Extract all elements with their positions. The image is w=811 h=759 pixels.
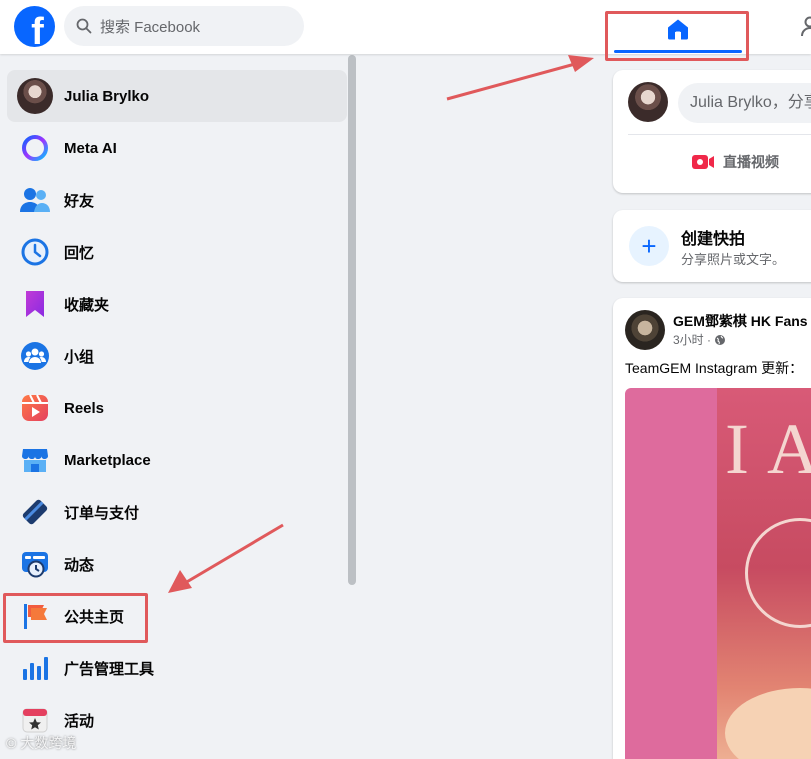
sidebar-item-groups[interactable]: 小组 (7, 330, 347, 382)
sidebar-item-profile[interactable]: Julia Brylko (7, 70, 347, 122)
sidebar-item-orders-payments[interactable]: 订单与支付 (7, 486, 347, 538)
saved-bookmark-icon (17, 286, 53, 322)
create-story-card[interactable]: + 创建快拍 分享照片或文字。 (613, 210, 811, 282)
sidebar-item-label: 收藏夹 (64, 296, 110, 314)
pages-flag-icon (17, 598, 53, 634)
sidebar-item-friends[interactable]: 好友 (7, 174, 347, 226)
create-story-title: 创建快拍 (681, 231, 746, 248)
create-story-subtitle: 分享照片或文字。 (681, 252, 786, 267)
composer-prompt-input[interactable]: Julia Brylko，分享 (678, 83, 811, 123)
post-text: TeamGEM Instagram 更新： (625, 360, 804, 376)
post-meta: 3小时 · (673, 331, 726, 348)
sidebar-item-label: Meta AI (64, 139, 117, 157)
globe-icon (715, 334, 726, 345)
sidebar-item-label: Reels (64, 399, 105, 417)
groups-icon (17, 338, 53, 374)
left-sidebar: Julia Brylko Meta AI 好友 回忆 收藏夹 小组 Reels … (0, 54, 358, 759)
avatar[interactable] (628, 82, 668, 122)
composer-divider (628, 134, 811, 135)
tab-home[interactable] (614, 8, 742, 53)
facebook-logo-letter: f (31, 11, 44, 47)
watermark-icon: © (6, 735, 17, 751)
sidebar-item-reels[interactable]: Reels (7, 382, 347, 434)
sidebar-item-label: 好友 (64, 192, 95, 210)
friends-icon (17, 182, 53, 218)
sidebar-item-feeds[interactable]: 动态 (7, 538, 347, 590)
active-tab-indicator (614, 50, 742, 53)
arrow-to-home-tab (446, 55, 594, 101)
post-composer-card: Julia Brylko，分享 直播视频 (613, 70, 811, 193)
live-video-icon (692, 155, 714, 169)
friends-tab-icon[interactable] (800, 14, 811, 38)
sidebar-item-label: 活动 (64, 712, 95, 730)
feeds-icon (17, 546, 53, 582)
sidebar-item-label: 订单与支付 (64, 504, 140, 522)
search-icon (76, 18, 92, 34)
sidebar-item-memories[interactable]: 回忆 (7, 226, 347, 278)
avatar[interactable] (625, 310, 665, 350)
live-video-label: 直播视频 (723, 154, 779, 170)
watermark-text: 大数跨境 (20, 735, 77, 751)
sidebar-item-label: Julia Brylko (64, 87, 150, 105)
search-input[interactable]: 搜索 Facebook (64, 6, 304, 46)
search-placeholder: 搜索 Facebook (100, 18, 201, 36)
payment-card-icon (17, 494, 53, 530)
watermark: © 大数跨境 (6, 733, 76, 753)
avatar (17, 78, 53, 114)
sidebar-item-marketplace[interactable]: Marketplace (7, 434, 347, 486)
facebook-logo[interactable]: f (14, 6, 55, 47)
sidebar-item-label: 小组 (64, 348, 95, 366)
sidebar-item-pages[interactable]: 公共主页 (7, 590, 347, 642)
sidebar-item-ads-manager[interactable]: 广告管理工具 (7, 642, 347, 694)
post-time[interactable]: 3小时 · (673, 331, 711, 348)
meta-ai-icon (17, 130, 53, 166)
top-navigation-bar: f 搜索 Facebook (0, 0, 811, 54)
image-lettering: I AV (725, 409, 811, 489)
post-author[interactable]: GEM鄧紫棋 HK Fans (673, 311, 808, 331)
sidebar-item-label: Marketplace (64, 451, 151, 469)
reels-icon (17, 390, 53, 426)
memories-clock-icon (17, 234, 53, 270)
sidebar-item-label: 动态 (64, 556, 95, 574)
sidebar-item-label: 广告管理工具 (64, 660, 155, 678)
live-video-button[interactable]: 直播视频 (691, 148, 779, 176)
sidebar-item-label: 回忆 (64, 244, 95, 262)
post-image[interactable]: I AV (625, 388, 811, 759)
sidebar-item-saved[interactable]: 收藏夹 (7, 278, 347, 330)
sidebar-item-label: 公共主页 (64, 608, 125, 626)
plus-icon: + (629, 226, 669, 266)
feed-post: GEM鄧紫棋 HK Fans 3小时 · TeamGEM Instagram 更… (613, 298, 811, 759)
home-icon (668, 19, 688, 40)
sidebar-scrollbar[interactable] (348, 55, 356, 585)
marketplace-icon (17, 442, 53, 478)
sidebar-item-meta-ai[interactable]: Meta AI (7, 122, 347, 174)
ads-manager-chart-icon (17, 650, 53, 686)
